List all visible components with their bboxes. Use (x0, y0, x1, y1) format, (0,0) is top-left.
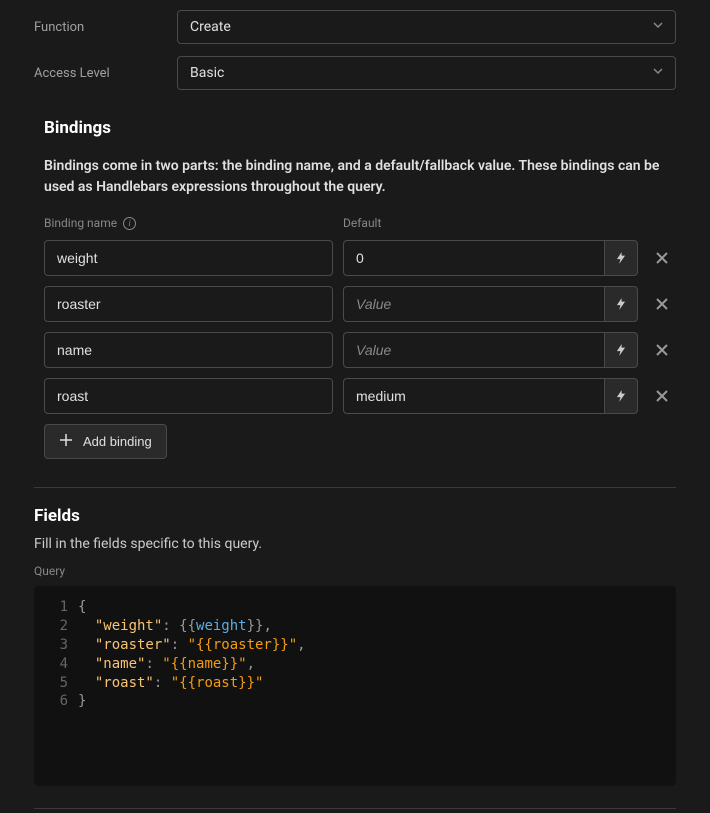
binding-default-input[interactable] (343, 286, 604, 322)
code-line: "weight": {{weight}}, (78, 617, 272, 636)
function-select[interactable]: Create (177, 10, 676, 44)
binding-name-input[interactable] (44, 286, 333, 322)
code-line: "roast": "{{roast}}" (78, 674, 263, 693)
binding-row (44, 240, 676, 276)
bolt-button[interactable] (604, 378, 638, 414)
binding-default-input[interactable] (343, 378, 604, 414)
binding-name-input[interactable] (44, 378, 333, 414)
add-binding-button[interactable]: Add binding (44, 424, 167, 459)
bindings-description: Bindings come in two parts: the binding … (44, 156, 676, 198)
close-icon (654, 250, 670, 266)
fields-description: Fill in the fields specific to this quer… (34, 536, 676, 552)
function-label: Function (34, 20, 177, 35)
binding-row (44, 286, 676, 322)
divider (34, 808, 676, 809)
bolt-icon (614, 389, 628, 403)
bolt-button[interactable] (604, 332, 638, 368)
remove-binding-button[interactable] (648, 336, 676, 364)
binding-name-input[interactable] (44, 332, 333, 368)
bindings-title: Bindings (44, 118, 676, 138)
remove-binding-button[interactable] (648, 290, 676, 318)
add-binding-label: Add binding (83, 434, 152, 449)
query-editor[interactable]: 1{2 "weight": {{weight}},3 "roaster": "{… (34, 586, 676, 786)
binding-default-header: Default (343, 216, 381, 230)
remove-binding-button[interactable] (648, 382, 676, 410)
access-level-select[interactable]: Basic (177, 56, 676, 90)
line-number: 4 (34, 655, 78, 674)
info-icon[interactable]: i (123, 217, 136, 230)
line-number: 5 (34, 674, 78, 693)
close-icon (654, 342, 670, 358)
binding-row (44, 332, 676, 368)
remove-binding-button[interactable] (648, 244, 676, 272)
binding-row (44, 378, 676, 414)
code-line: } (78, 692, 86, 711)
fields-title: Fields (34, 506, 676, 526)
binding-default-input[interactable] (343, 332, 604, 368)
code-line: "roaster": "{{roaster}}", (78, 636, 306, 655)
code-line: "name": "{{name}}", (78, 655, 255, 674)
line-number: 2 (34, 617, 78, 636)
bolt-button[interactable] (604, 240, 638, 276)
bolt-icon (614, 297, 628, 311)
line-number: 3 (34, 636, 78, 655)
binding-default-input[interactable] (343, 240, 604, 276)
close-icon (654, 388, 670, 404)
plus-icon (59, 433, 73, 450)
divider (34, 487, 676, 488)
bolt-icon (614, 343, 628, 357)
line-number: 1 (34, 598, 78, 617)
binding-name-header: Binding name (44, 216, 117, 230)
access-level-label: Access Level (34, 66, 177, 81)
binding-name-input[interactable] (44, 240, 333, 276)
close-icon (654, 296, 670, 312)
line-number: 6 (34, 692, 78, 711)
code-line: { (78, 598, 86, 617)
query-label: Query (34, 564, 676, 578)
bolt-icon (614, 251, 628, 265)
bolt-button[interactable] (604, 286, 638, 322)
